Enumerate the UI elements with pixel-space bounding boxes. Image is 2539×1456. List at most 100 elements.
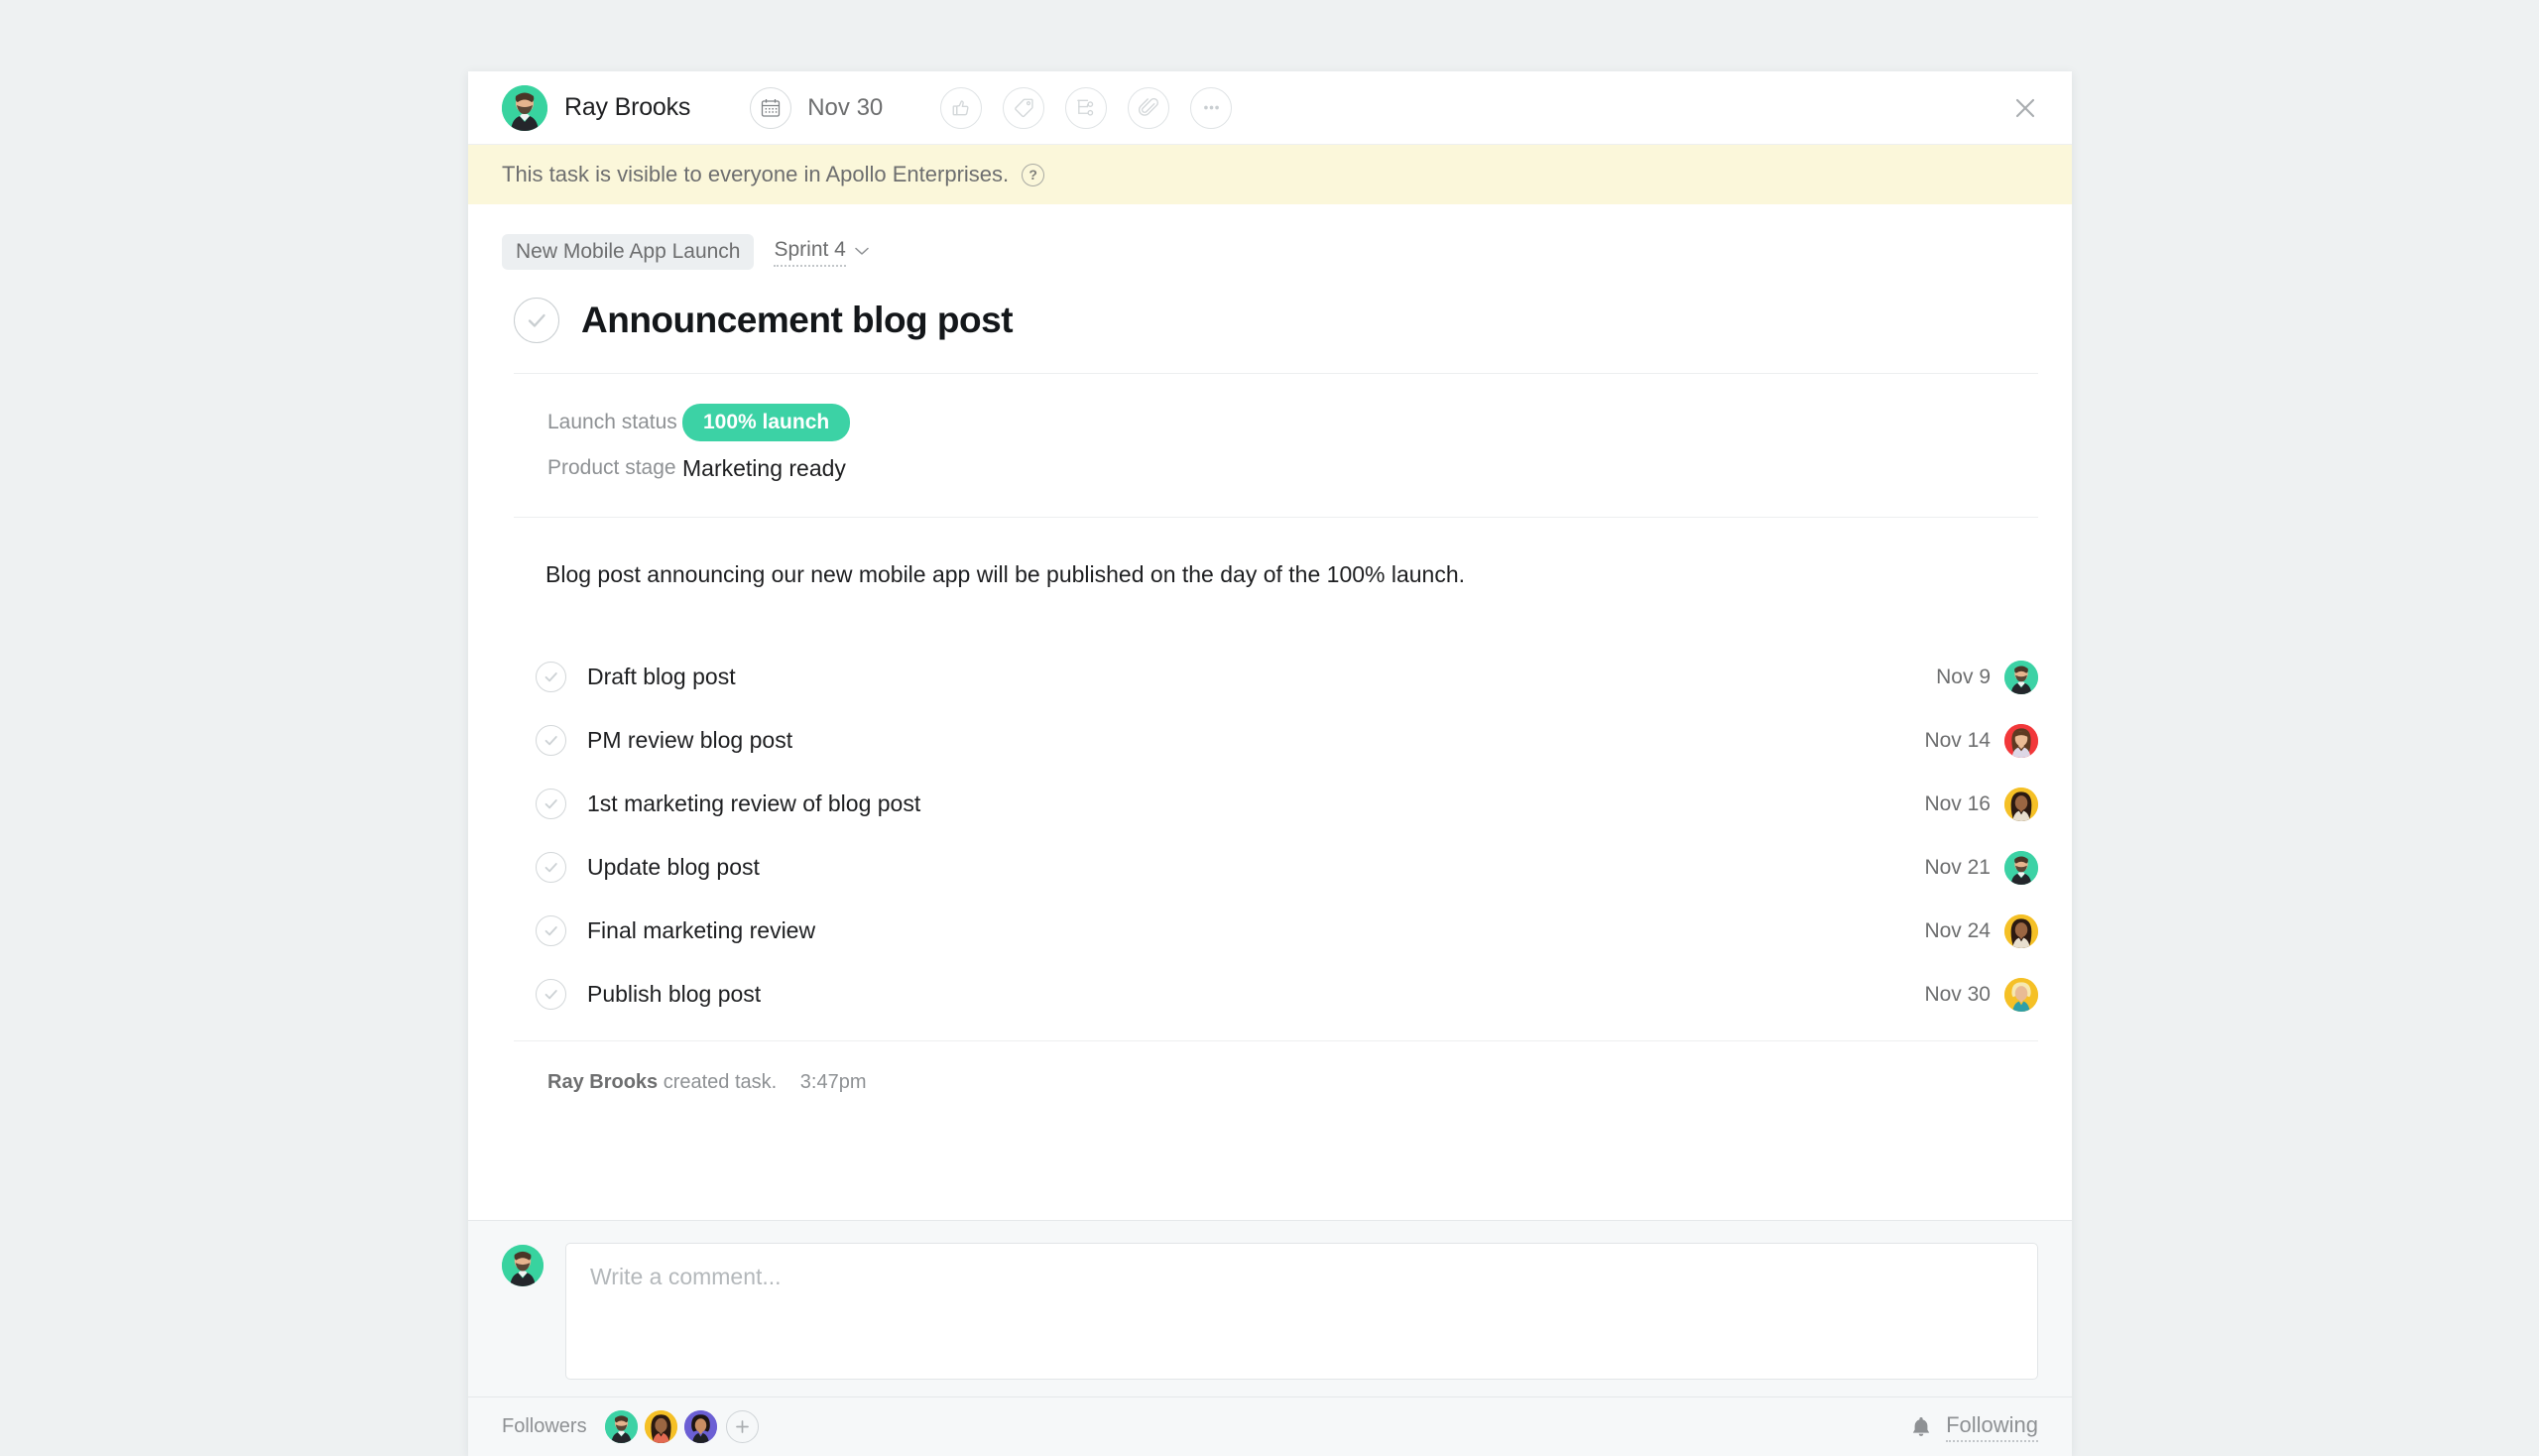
subtask-row[interactable]: Update blog post Nov 21	[514, 836, 2038, 900]
subtask-complete-checkbox[interactable]	[536, 852, 566, 883]
subtask-assignee-avatar[interactable]	[2004, 913, 2038, 948]
subtask-assignee-avatar[interactable]	[2004, 660, 2038, 694]
due-date-control[interactable]: Nov 30	[750, 86, 883, 129]
page-title[interactable]: Announcement blog post	[581, 300, 1014, 341]
avatar-man-beard-icon	[2004, 660, 2038, 694]
subtask-row[interactable]: 1st marketing review of blog post Nov 16	[514, 773, 2038, 836]
close-button[interactable]	[2004, 87, 2046, 129]
follower-avatar[interactable]	[644, 1410, 677, 1443]
custom-field-row: Launch status 100% launch	[514, 400, 2038, 445]
subtask-due-date[interactable]: Nov 21	[1924, 856, 1991, 880]
subtask-complete-checkbox[interactable]	[536, 979, 566, 1010]
assignee-avatar[interactable]	[502, 84, 547, 131]
subtask-name[interactable]: 1st marketing review of blog post	[587, 790, 920, 817]
subtask-due-date[interactable]: Nov 16	[1924, 792, 1991, 816]
task-description[interactable]: Blog post announcing our new mobile app …	[502, 518, 2038, 646]
following-label: Following	[1946, 1412, 2038, 1442]
avatar-woman-dark-icon	[2004, 913, 2038, 948]
subtask-due-date[interactable]: Nov 30	[1924, 983, 1991, 1007]
subtask-complete-checkbox[interactable]	[536, 789, 566, 819]
task-footer: Followers Following	[468, 1396, 2072, 1456]
check-icon	[544, 736, 557, 746]
subtask-row[interactable]: Final marketing review Nov 24	[514, 900, 2038, 963]
subtask-assignee-avatar[interactable]	[2004, 787, 2038, 821]
subtask-complete-checkbox[interactable]	[536, 662, 566, 692]
add-follower-button[interactable]	[725, 1410, 759, 1443]
subtask-assignee-avatar[interactable]	[2004, 977, 2038, 1012]
plus-icon	[735, 1420, 749, 1433]
tag-button[interactable]	[1003, 86, 1045, 129]
subtask-assignee-avatar[interactable]	[2004, 723, 2038, 758]
subtask-due-date[interactable]: Nov 9	[1936, 666, 1991, 689]
subtask-name[interactable]: Update blog post	[587, 854, 760, 881]
activity-actor: Ray Brooks	[547, 1070, 659, 1093]
check-icon	[544, 863, 557, 873]
question-mark-icon[interactable]: ?	[1022, 163, 1045, 186]
status-badge[interactable]: 100% launch	[682, 404, 851, 441]
bell-icon	[1912, 1416, 1930, 1436]
assignee-name[interactable]: Ray Brooks	[564, 93, 690, 122]
custom-field-label: Launch status	[547, 411, 677, 433]
visibility-banner-text: This task is visible to everyone in Apol…	[502, 162, 1010, 186]
calendar-icon[interactable]	[750, 86, 792, 129]
avatar-woman-dark-icon	[2004, 787, 2038, 821]
attachment-button[interactable]	[1128, 86, 1170, 129]
subtask-meta: Nov 24	[1924, 913, 2038, 948]
subtask-meta: Nov 30	[1924, 977, 2038, 1012]
visibility-banner: This task is visible to everyone in Apol…	[468, 145, 2072, 204]
avatar-man-beard-icon	[502, 1245, 544, 1286]
avatar-man-beard-icon	[604, 1410, 638, 1443]
subtask-name[interactable]: Final marketing review	[587, 917, 815, 944]
due-date-label[interactable]: Nov 30	[807, 94, 883, 122]
task-complete-checkbox[interactable]	[514, 298, 559, 343]
subtask-complete-checkbox[interactable]	[536, 725, 566, 756]
subtask-row[interactable]: PM review blog post Nov 14	[514, 709, 2038, 773]
avatar-woman-bangs-icon	[2004, 723, 2038, 758]
activity-time: 3:47pm	[799, 1070, 867, 1093]
breadcrumb-project[interactable]: New Mobile App Launch	[502, 234, 755, 270]
subtask-meta: Nov 21	[1924, 850, 2038, 885]
comment-composer: Write a comment...	[468, 1220, 2072, 1396]
activity-log: Ray Brooks created task. 3:47pm	[514, 1039, 2038, 1094]
breadcrumb-section-dropdown[interactable]: Sprint 4	[774, 238, 869, 267]
avatar-woman-dark-icon	[644, 1410, 677, 1443]
follower-avatar-group	[604, 1410, 717, 1443]
breadcrumb-section-label: Sprint 4	[774, 238, 846, 267]
subtask-meta: Nov 16	[1924, 787, 2038, 821]
chevron-down-icon	[855, 243, 869, 261]
custom-fields: Launch status 100% launch Product stage …	[502, 374, 2038, 517]
breadcrumb: New Mobile App Launch Sprint 4	[502, 234, 2038, 270]
avatar-man-beard-icon	[502, 84, 547, 131]
check-icon	[528, 313, 545, 327]
task-body: New Mobile App Launch Sprint 4 Announcem…	[468, 204, 2072, 1220]
subtask-row[interactable]: Publish blog post Nov 30	[514, 963, 2038, 1027]
subtask-meta: Nov 14	[1924, 723, 2038, 758]
follower-avatar[interactable]	[604, 1410, 638, 1443]
subtask-complete-checkbox[interactable]	[536, 915, 566, 946]
subtask-name[interactable]: PM review blog post	[587, 727, 792, 754]
avatar-woman-short-icon	[683, 1410, 717, 1443]
subtask-name[interactable]: Publish blog post	[587, 981, 761, 1008]
subtask-list: Draft blog post Nov 9 PM review blog pos…	[502, 646, 2038, 1027]
subtask-name[interactable]: Draft blog post	[587, 664, 736, 690]
current-user-avatar	[502, 1245, 544, 1286]
custom-field-label: Product stage	[547, 456, 676, 479]
comment-input[interactable]: Write a comment...	[565, 1243, 2038, 1380]
close-icon	[2015, 98, 2035, 117]
like-button[interactable]	[940, 86, 983, 129]
custom-field-value[interactable]: Marketing ready	[682, 455, 846, 482]
task-header: Ray Brooks Nov 30	[468, 71, 2072, 145]
avatar-woman-blonde-icon	[2004, 977, 2038, 1012]
check-icon	[544, 926, 557, 936]
subtask-button[interactable]	[1065, 86, 1108, 129]
activity-action: created task.	[663, 1070, 778, 1093]
subtask-row[interactable]: Draft blog post Nov 9	[514, 646, 2038, 709]
more-button[interactable]	[1190, 86, 1233, 129]
subtask-meta: Nov 9	[1936, 660, 2038, 694]
avatar-man-beard-icon	[2004, 850, 2038, 885]
subtask-assignee-avatar[interactable]	[2004, 850, 2038, 885]
following-toggle[interactable]: Following	[1910, 1412, 2038, 1442]
subtask-due-date[interactable]: Nov 24	[1924, 919, 1991, 943]
follower-avatar[interactable]	[683, 1410, 717, 1443]
subtask-due-date[interactable]: Nov 14	[1924, 729, 1991, 753]
